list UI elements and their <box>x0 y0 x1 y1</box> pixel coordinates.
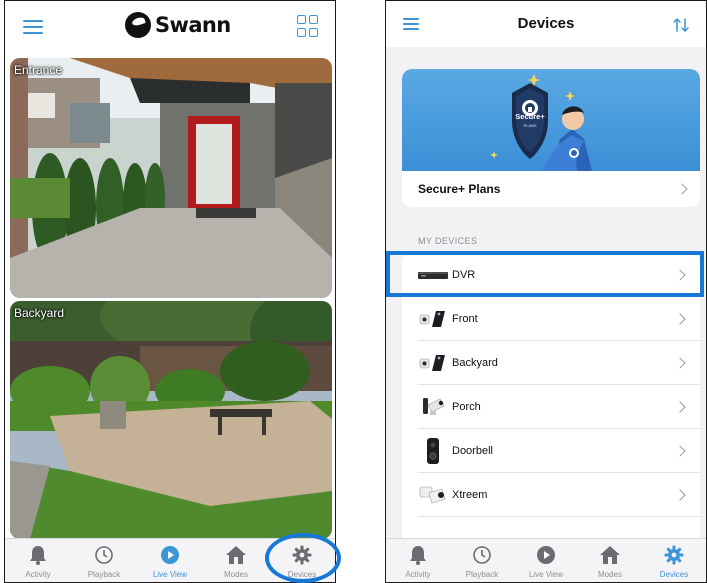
tab-live-view[interactable]: Live View <box>514 539 578 582</box>
play-icon <box>534 543 558 567</box>
page-title: Devices <box>517 15 575 32</box>
device-name: Backyard <box>452 357 498 369</box>
device-name: DVR <box>452 269 476 281</box>
dvr-icon <box>418 260 448 290</box>
row-divider <box>418 516 700 517</box>
tab-playback[interactable]: Playback <box>450 539 514 582</box>
tab-modes[interactable]: Modes <box>578 539 642 582</box>
tab-label: Activity <box>405 570 431 579</box>
secure-plus-row[interactable]: Secure+ Plans <box>402 171 700 207</box>
gear-icon <box>662 543 686 567</box>
tab-label: Live View <box>528 570 564 579</box>
gear-icon <box>290 543 314 567</box>
device-row-backyard[interactable]: Backyard <box>402 341 700 385</box>
tab-label: Playback <box>87 570 121 579</box>
bullet-camera-icon <box>418 304 448 334</box>
play-icon <box>158 543 182 567</box>
device-list: DVR Front Backyard Porch Doorbell Xtreem <box>402 253 700 543</box>
history-icon <box>470 543 494 567</box>
chevron-right-icon <box>674 445 686 457</box>
tutorial-composite: Swann Entrance Backyard Activity Playbac… <box>0 0 707 583</box>
secure-plus-title: Secure+ Plans <box>418 182 501 196</box>
live-view-screen: Swann Entrance Backyard Activity Playbac… <box>4 0 336 583</box>
backyard-feed-image <box>10 301 332 539</box>
tab-devices[interactable]: Devices <box>642 539 706 582</box>
tab-label: Devices <box>287 570 317 579</box>
chevron-right-icon <box>674 269 686 281</box>
secure-plus-banner: Secure+ PLANS <box>402 69 700 171</box>
secure-plus-badge-text: Secure+ <box>515 112 545 121</box>
tab-bar: Activity Playback Live View Modes Device… <box>386 538 706 582</box>
history-icon <box>92 543 116 567</box>
grid-layout-icon[interactable] <box>297 15 319 37</box>
doorbell-icon <box>418 436 448 466</box>
secure-plus-card[interactable]: Secure+ PLANS Secure+ Plans <box>402 69 700 207</box>
camera-tile-entrance[interactable]: Entrance <box>10 58 332 298</box>
home-icon <box>224 543 248 567</box>
top-bar: Devices <box>386 1 706 47</box>
camera-tile-backyard[interactable]: Backyard <box>10 301 332 539</box>
tab-label: Modes <box>597 570 622 579</box>
chevron-right-icon <box>676 183 688 195</box>
chevron-right-icon <box>674 357 686 369</box>
tab-activity[interactable]: Activity <box>5 539 71 582</box>
tab-label: Playback <box>465 570 499 579</box>
sort-icon[interactable] <box>672 16 690 34</box>
bullet-camera-icon <box>418 348 448 378</box>
device-row-front[interactable]: Front <box>402 297 700 341</box>
device-name: Front <box>452 313 478 325</box>
home-icon <box>598 543 622 567</box>
swann-logo: Swann <box>125 12 231 38</box>
menu-icon[interactable] <box>23 20 43 34</box>
devices-screen: Devices Secure+ PLANS Secure+ Plans MY D… <box>385 0 707 583</box>
tab-label: Modes <box>223 570 248 579</box>
tab-label: Activity <box>25 570 51 579</box>
tab-live-view[interactable]: Live View <box>137 539 203 582</box>
tab-devices[interactable]: Devices <box>269 539 335 582</box>
tab-bar: Activity Playback Live View Modes Device… <box>5 538 335 582</box>
top-bar: Swann <box>5 1 335 51</box>
device-row-dvr[interactable]: DVR <box>402 253 700 297</box>
logo-text: Swann <box>155 13 231 37</box>
tab-label: Live View <box>152 570 188 579</box>
camera-label: Entrance <box>14 63 63 77</box>
chevron-right-icon <box>674 489 686 501</box>
tab-modes[interactable]: Modes <box>203 539 269 582</box>
device-row-xtreem[interactable]: Xtreem <box>402 473 700 517</box>
spotlight-camera-icon <box>418 392 448 422</box>
swan-icon <box>125 12 151 38</box>
secure-plus-badge-subtext: PLANS <box>523 123 537 128</box>
bell-icon <box>26 543 50 567</box>
device-name: Doorbell <box>452 445 493 457</box>
chevron-right-icon <box>674 401 686 413</box>
battery-camera-icon <box>418 480 448 510</box>
device-row-porch[interactable]: Porch <box>402 385 700 429</box>
chevron-right-icon <box>674 313 686 325</box>
camera-label: Backyard <box>14 306 65 320</box>
tab-playback[interactable]: Playback <box>71 539 137 582</box>
bell-icon <box>406 543 430 567</box>
my-devices-header: MY DEVICES <box>418 236 478 246</box>
device-row-doorbell[interactable]: Doorbell <box>402 429 700 473</box>
device-name: Porch <box>452 401 481 413</box>
entrance-feed-image <box>10 58 332 298</box>
tab-label: Devices <box>659 570 689 579</box>
device-name: Xtreem <box>452 489 488 501</box>
tab-activity[interactable]: Activity <box>386 539 450 582</box>
